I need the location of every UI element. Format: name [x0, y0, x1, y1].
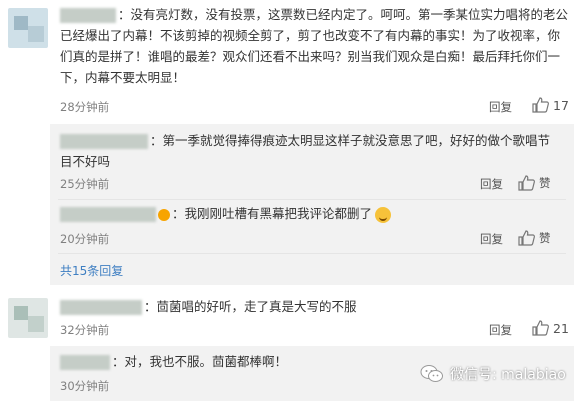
- view-more-replies-link[interactable]: 共15条回复: [60, 262, 123, 279]
- divider: [58, 199, 566, 200]
- reply-time: 30分钟前: [60, 379, 110, 393]
- thumbs-up-icon: [532, 320, 549, 336]
- username[interactable]: [60, 207, 156, 222]
- reply-button[interactable]: 回复: [489, 322, 512, 338]
- comment-time: 32分钟前: [60, 323, 110, 337]
- reply-text: ：我刚刚吐槽有黑幕把我评论都删了: [60, 203, 560, 224]
- thumbs-up-icon: [532, 97, 549, 113]
- reply-time: 25分钟前: [60, 177, 110, 191]
- reply-button[interactable]: 回复: [480, 176, 503, 192]
- like-button[interactable]: 17: [532, 97, 569, 113]
- comment-text: ：茴菌唱的好听，走了真是大写的不服: [60, 296, 570, 317]
- username[interactable]: [60, 8, 116, 23]
- reply-button[interactable]: 回复: [489, 99, 512, 115]
- wechat-icon: [420, 365, 443, 382]
- like-count: 17: [553, 97, 569, 113]
- watermark: 微信号: malabiao: [420, 364, 566, 384]
- reply-text: ：对，我也不服。茴菌都棒啊！: [60, 351, 460, 372]
- like-count: 21: [553, 320, 569, 336]
- verified-badge-icon: [158, 208, 170, 221]
- divider: [58, 253, 566, 254]
- username[interactable]: [60, 300, 142, 315]
- avatar[interactable]: [8, 8, 48, 48]
- comment-time: 28分钟前: [60, 100, 110, 114]
- thumbs-up-icon: [518, 175, 535, 191]
- like-button[interactable]: 赞: [518, 175, 551, 191]
- like-button[interactable]: 赞: [518, 230, 551, 246]
- reply-text: ：第一季就觉得捧得痕迹太明显这样子就没意思了吧，好好的做个歌唱节目不好吗: [60, 133, 551, 169]
- smile-emoji-icon: [375, 206, 392, 223]
- username[interactable]: [60, 355, 110, 370]
- thumbs-up-icon: [518, 230, 535, 246]
- comment-text: ：没有亮灯数，没有投票，这票数已经内定了。呵呵。第一季某位实力唱将的老公已经爆出…: [60, 7, 569, 85]
- avatar[interactable]: [8, 298, 48, 338]
- reply-time: 20分钟前: [60, 232, 110, 246]
- username[interactable]: [60, 134, 148, 149]
- reply-button[interactable]: 回复: [480, 231, 503, 247]
- watermark-text: 微信号: malabiao: [450, 367, 566, 383]
- like-button[interactable]: 21: [532, 320, 569, 336]
